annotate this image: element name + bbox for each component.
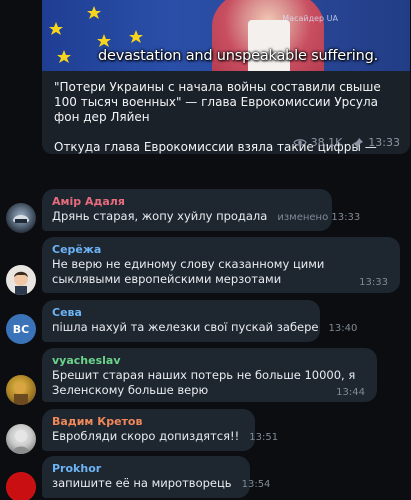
channel-post[interactable]: Масайдер UA devastation and unspeakable … [42,0,410,154]
avatar[interactable] [6,203,36,233]
comment-time: 13:54 [241,479,271,490]
post-time: 13:33 [368,136,400,149]
comment-author[interactable]: Вадим Кретов [52,415,245,429]
video-watermark: Масайдер UA [282,14,338,23]
comment-bubble[interactable]: Серёжа Не верю не единому слову сказанно… [42,237,400,293]
avatar[interactable] [6,265,36,295]
pin-icon [353,137,364,148]
comment-text: запишите её на миротворець 13:54 [52,476,270,492]
comment-author[interactable]: vyacheslav [52,354,367,368]
avatar[interactable] [6,472,36,500]
comment-message: Евробляди скоро допиздятся!! [52,429,240,443]
comment-bubble[interactable]: Вадим Кретов Евробляди скоро допиздятся!… [42,409,278,451]
comment-text: пішла нахуй та железки свої пускай забер… [52,320,357,336]
post-meta: 38.1K 13:33 [292,136,400,149]
comment-bubble[interactable]: Prokhor запишите её на миротворець 13:54 [42,456,270,498]
video-subtitle: devastation and unspeakable suffering. [98,48,378,64]
views-count: 38.1K [310,136,343,149]
photo-icon [14,382,28,405]
avatar[interactable] [6,375,36,405]
comment-bubble[interactable]: vyacheslav Брешит старая наших потерь не… [42,348,377,402]
post-video-frame[interactable]: Масайдер UA devastation and unspeakable … [42,0,410,71]
comment-time: 13:33 [359,277,388,288]
comment-message: Дрянь старая, жопу хуйлу продала [52,209,268,223]
avatar[interactable]: ВС [6,314,36,344]
comment-author[interactable]: Prokhor [52,462,240,476]
comment-text: Дрянь старая, жопу хуйлу продала изменено… [52,209,360,225]
comment-time: изменено 13:33 [277,212,361,223]
comment-message: пішла нахуй та железки свої пускай забер… [52,320,319,334]
comment-author[interactable]: Сева [52,306,310,320]
post-quote: "Потери Украины с начала войны составили… [54,80,381,124]
character-icon [14,271,28,295]
comment-message: запишите её на миротворець [52,476,232,490]
comment-time: 13:44 [336,387,365,398]
red-circle-icon [7,473,35,500]
comment-time: 13:51 [249,432,279,443]
comment-author[interactable]: Амір Адаля [52,195,322,209]
comment-author[interactable]: Серёжа [52,243,390,257]
avatar[interactable] [6,424,36,454]
comment-text: Брешит старая наших потерь не больше 100… [52,368,356,397]
avatar-initials: ВС [6,314,36,344]
comment-text: Евробляди скоро допиздятся!! 13:51 [52,429,278,445]
comment-time: 13:40 [328,323,358,334]
helmet-icon [13,215,29,223]
comment-bubble[interactable]: Амір Адаля Дрянь старая, жопу хуйлу прод… [42,189,360,231]
person-icon [12,430,30,454]
eye-icon [292,139,307,146]
comment-text: Не верю не единому слову сказанному цими… [52,257,325,286]
comment-bubble[interactable]: Сева пішла нахуй та железки свої пускай … [42,300,357,342]
